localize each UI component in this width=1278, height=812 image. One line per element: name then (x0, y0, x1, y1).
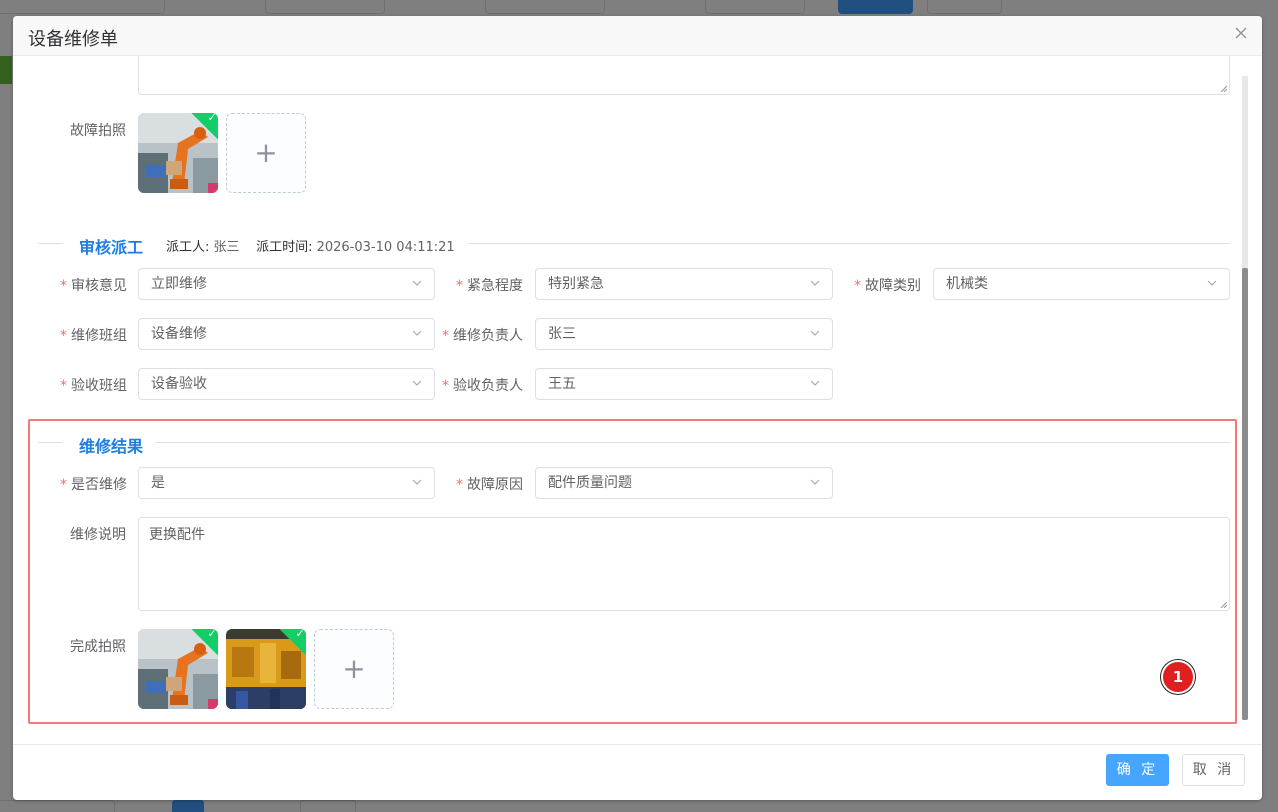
dispatch-time-label: 派工时间: (256, 240, 313, 255)
result-section-title: 维修结果 (79, 437, 144, 456)
divider-line (38, 243, 63, 244)
is-repaired-select[interactable]: 是 (138, 467, 435, 499)
accept-team-label: * 验收班组 (60, 378, 127, 394)
completion-photo-thumbnail-2[interactable]: ✓ (226, 629, 306, 709)
fault-type-select[interactable]: 机械类 (933, 268, 1230, 300)
is-repaired-label: * 是否维修 (60, 477, 127, 493)
chevron-down-icon (810, 380, 820, 386)
urgency-label: * 紧急程度 (456, 278, 523, 294)
chevron-down-icon (1207, 280, 1217, 286)
chevron-down-icon (810, 280, 820, 286)
repair-team-label: * 维修班组 (60, 328, 127, 344)
repair-owner-label: * 维修负责人 (442, 328, 523, 344)
opinion-select[interactable]: 立即维修 (138, 268, 435, 300)
audit-section-title: 审核派工 (79, 238, 144, 257)
chevron-down-icon (810, 330, 820, 336)
completion-photo-label: 完成拍照 (70, 639, 126, 655)
description-label: 维修说明 (70, 527, 126, 543)
opinion-label: * 审核意见 (60, 278, 127, 294)
fault-photo-upload-button[interactable]: + (226, 113, 306, 193)
chevron-down-icon (412, 380, 422, 386)
annotation-badge: 1 (1161, 660, 1195, 694)
repair-description-textarea[interactable]: 更换配件 (138, 517, 1230, 611)
fault-photo-thumbnail[interactable]: ✓ (138, 113, 218, 193)
fault-cause-label: * 故障原因 (456, 477, 523, 493)
divider-line (38, 442, 63, 443)
completion-photo-upload-button[interactable]: + (314, 629, 394, 709)
repair-team-select[interactable]: 设备维修 (138, 318, 435, 350)
fault-photo-label: 故障拍照 (70, 123, 126, 139)
divider-line (156, 442, 1230, 443)
fault-cause-select[interactable]: 配件质量问题 (535, 467, 833, 499)
audit-meta: 派工人: 张三 派工时间: 2026-03-10 04:11:21 (166, 236, 455, 255)
accept-owner-label: * 验收负责人 (442, 378, 523, 394)
confirm-button[interactable]: 确 定 (1106, 754, 1169, 786)
chevron-down-icon (810, 479, 820, 485)
divider-line (469, 243, 1230, 244)
accept-owner-select[interactable]: 王五 (535, 368, 833, 400)
urgency-select[interactable]: 特别紧急 (535, 268, 833, 300)
fault-type-label: * 故障类别 (854, 278, 921, 294)
close-icon[interactable] (1232, 26, 1250, 44)
scrollbar-thumb[interactable] (1242, 268, 1248, 720)
dispatcher-label: 派工人: (166, 240, 210, 255)
dispatcher-value: 张三 (213, 240, 240, 255)
dialog-body: 故障拍照 ✓ + 审核派工 派工人: 张三 派工时间: 2026-03-10 0… (13, 56, 1262, 744)
fault-description-textarea[interactable] (138, 56, 1230, 95)
accept-team-select[interactable]: 设备验收 (138, 368, 435, 400)
dispatch-time-value: 2026-03-10 04:11:21 (316, 240, 455, 255)
repair-order-dialog: 设备维修单 故障拍照 ✓ + 审核派工 派工人: 张三 派工时间: 2026-0… (13, 16, 1262, 800)
chevron-down-icon (412, 479, 422, 485)
chevron-down-icon (412, 330, 422, 336)
dialog-header: 设备维修单 (13, 16, 1262, 56)
repair-owner-select[interactable]: 张三 (535, 318, 833, 350)
cancel-button[interactable]: 取 消 (1182, 754, 1245, 786)
dialog-title: 设备维修单 (28, 29, 118, 50)
completion-photo-thumbnail-1[interactable]: ✓ (138, 629, 218, 709)
dialog-footer: 确 定 取 消 (13, 744, 1262, 800)
chevron-down-icon (412, 280, 422, 286)
